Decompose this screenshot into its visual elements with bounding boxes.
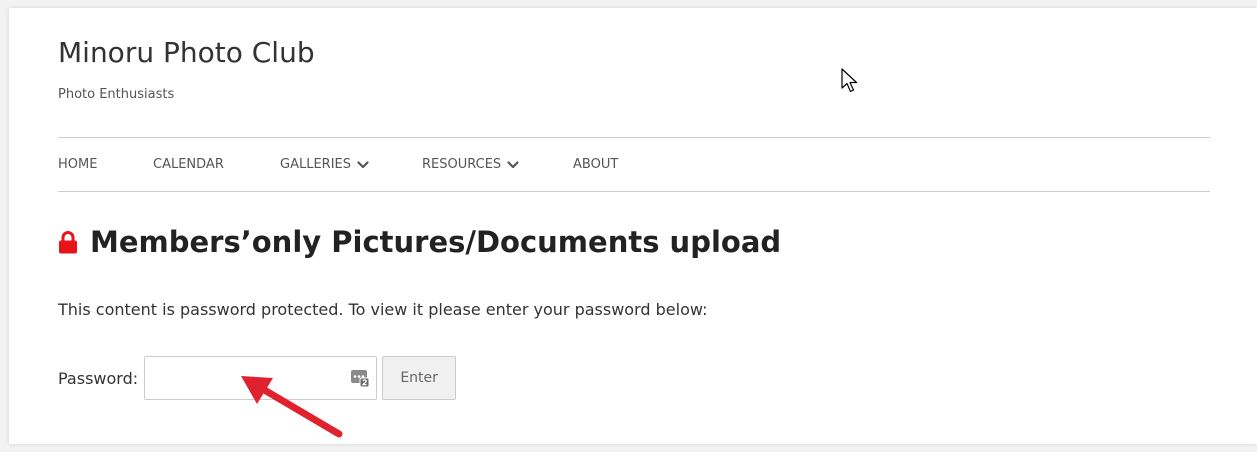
password-label: Password:	[58, 368, 139, 388]
nav-item-label: ABOUT	[573, 157, 619, 172]
nav-item-home[interactable]: HOME	[58, 157, 97, 172]
lock-icon	[59, 231, 77, 254]
nav-item-label: RESOURCES	[422, 157, 502, 172]
nav-item-label: GALLERIES	[280, 157, 351, 172]
red-arrow-annotation	[241, 376, 343, 438]
site-title[interactable]: Minoru Photo Club	[58, 36, 315, 69]
nav-item-about[interactable]: ABOUT	[573, 157, 618, 172]
nav-item-resources[interactable]: RESOURCES	[422, 157, 519, 172]
main-navigation: HOME CALENDAR GALLERIES RESOURCES ABOUT	[58, 137, 1210, 192]
page-title: Members’only Pictures/Documents upload	[58, 225, 781, 259]
site-tagline: Photo Enthusiasts	[58, 87, 175, 102]
page-title-text: Members’only Pictures/Documents upload	[90, 225, 782, 259]
protection-message: This content is password protected. To v…	[58, 300, 708, 319]
chevron-down-icon	[507, 160, 519, 168]
nav-item-calendar[interactable]: CALENDAR	[153, 157, 224, 172]
chevron-down-icon	[357, 160, 369, 168]
nav-item-label: CALENDAR	[153, 157, 224, 172]
enter-button[interactable]: Enter	[382, 356, 457, 400]
nav-item-galleries[interactable]: GALLERIES	[280, 157, 369, 172]
page-container: Minoru Photo Club Photo Enthusiasts HOME…	[9, 8, 1257, 444]
nav-item-label: HOME	[58, 157, 98, 172]
mouse-cursor-icon	[841, 68, 858, 93]
